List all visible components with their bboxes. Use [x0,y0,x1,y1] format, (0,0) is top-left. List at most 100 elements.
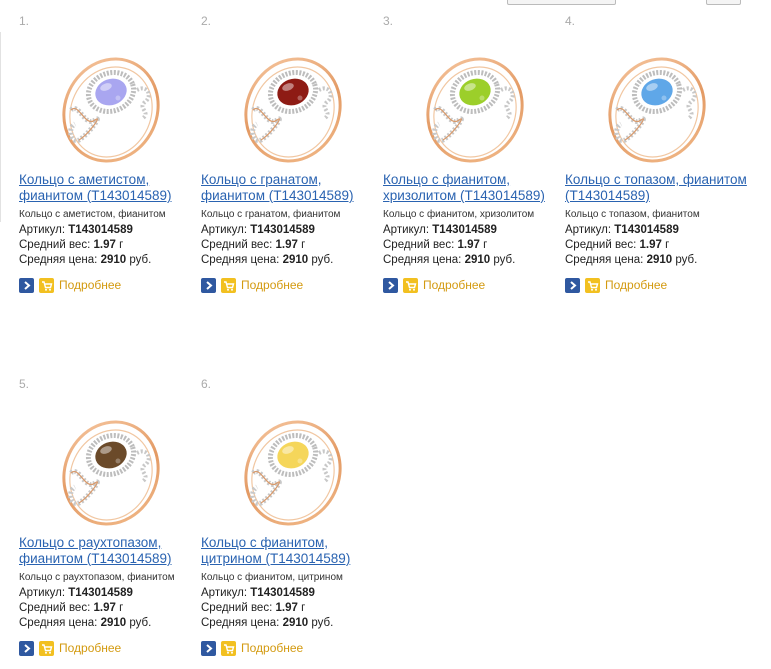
left-divider [0,32,1,222]
price-value: 2910 [100,254,127,266]
cart-icon[interactable] [221,640,236,656]
arrow-right-icon[interactable] [19,640,34,656]
weight-value: 1.97 [457,239,480,251]
weight-label: Средний вес: [19,602,91,614]
top-small-box[interactable] [706,0,741,5]
product-article: Артикул: Т143014589 [383,224,497,236]
product-article: Артикул: Т143014589 [19,224,133,236]
weight-unit: г [479,239,488,251]
top-select-box[interactable] [507,0,616,5]
product-actions: Подробнее [19,277,121,293]
cart-icon[interactable] [39,277,54,293]
product-weight: Средний вес: 1.97 г [201,239,305,251]
product-image[interactable] [19,32,197,184]
weight-unit: г [297,239,306,251]
cart-icon[interactable] [39,640,54,656]
product-title-link[interactable]: Кольцо с фианитом, цитрином (Т143014589) [201,535,383,567]
price-label: Средняя цена: [19,617,98,629]
ring-image [62,57,160,163]
product-title-link[interactable]: Кольцо с топазом, фианитом (Т143014589) [565,172,747,204]
product-article: Артикул: Т143014589 [19,587,133,599]
product-title-link[interactable]: Кольцо с фианитом, хризолитом (Т14301458… [383,172,565,204]
price-unit: руб. [490,254,516,266]
arrow-right-icon[interactable] [565,277,580,293]
price-label: Средняя цена: [19,254,98,266]
price-label: Средняя цена: [565,254,644,266]
price-value: 2910 [282,617,309,629]
article-label: Артикул: [383,224,430,236]
price-label: Средняя цена: [383,254,462,266]
cart-icon[interactable] [403,277,418,293]
cart-icon[interactable] [585,277,600,293]
product-description: Кольцо с фианитом, цитрином [201,572,343,583]
product-title-link[interactable]: Кольцо с гранатом, фианитом (Т143014589) [201,172,383,204]
price-value: 2910 [464,254,491,266]
product-description: Кольцо с раухтопазом, фианитом [19,572,175,583]
product-image[interactable] [201,395,379,547]
price-unit: руб. [308,254,334,266]
weight-label: Средний вес: [19,239,91,251]
more-link[interactable]: Подробнее [605,278,667,292]
product-title-link[interactable]: Кольцо с раухтопазом, фианитом (Т1430145… [19,535,201,567]
price-value: 2910 [100,617,127,629]
ring-image [426,57,524,163]
product-weight: Средний вес: 1.97 г [383,239,487,251]
article-value: Т143014589 [68,587,133,599]
article-value: Т143014589 [432,224,497,236]
product-price: Средняя цена: 2910 руб. [201,617,333,629]
product-weight: Средний вес: 1.97 г [565,239,669,251]
product-actions: Подробнее [383,277,485,293]
price-unit: руб. [308,617,334,629]
product-image[interactable] [19,395,197,547]
price-label: Средняя цена: [201,617,280,629]
price-unit: руб. [672,254,698,266]
weight-value: 1.97 [275,602,298,614]
price-value: 2910 [646,254,673,266]
product-number: 3. [383,14,394,28]
article-value: Т143014589 [250,587,315,599]
weight-unit: г [661,239,670,251]
price-unit: руб. [126,617,152,629]
weight-label: Средний вес: [201,602,273,614]
article-value: Т143014589 [68,224,133,236]
more-link[interactable]: Подробнее [241,278,303,292]
product-article: Артикул: Т143014589 [201,224,315,236]
product-image[interactable] [201,32,379,184]
product-image[interactable] [383,32,561,184]
weight-unit: г [297,602,306,614]
product-actions: Подробнее [565,277,667,293]
product-price: Средняя цена: 2910 руб. [19,617,151,629]
product-number: 5. [19,377,30,391]
product-article: Артикул: Т143014589 [565,224,679,236]
product-title-link[interactable]: Кольцо с аметистом, фианитом (Т143014589… [19,172,201,204]
product-price: Средняя цена: 2910 руб. [201,254,333,266]
more-link[interactable]: Подробнее [59,278,121,292]
article-label: Артикул: [19,224,66,236]
arrow-right-icon[interactable] [201,640,216,656]
arrow-right-icon[interactable] [383,277,398,293]
weight-label: Средний вес: [565,239,637,251]
product-price: Средняя цена: 2910 руб. [565,254,697,266]
product-price: Средняя цена: 2910 руб. [19,254,151,266]
ring-image [244,420,342,526]
weight-value: 1.97 [275,239,298,251]
more-link[interactable]: Подробнее [241,641,303,655]
weight-label: Средний вес: [201,239,273,251]
product-number: 1. [19,14,30,28]
product-description: Кольцо с топазом, фианитом [565,209,700,220]
product-weight: Средний вес: 1.97 г [19,602,123,614]
ring-image [608,57,706,163]
weight-value: 1.97 [93,239,116,251]
arrow-right-icon[interactable] [19,277,34,293]
more-link[interactable]: Подробнее [423,278,485,292]
arrow-right-icon[interactable] [201,277,216,293]
more-link[interactable]: Подробнее [59,641,121,655]
ring-image [62,420,160,526]
article-label: Артикул: [201,587,248,599]
product-weight: Средний вес: 1.97 г [201,602,305,614]
article-value: Т143014589 [250,224,315,236]
product-description: Кольцо с фианитом, хризолитом [383,209,535,220]
weight-unit: г [115,602,124,614]
product-image[interactable] [565,32,743,184]
cart-icon[interactable] [221,277,236,293]
